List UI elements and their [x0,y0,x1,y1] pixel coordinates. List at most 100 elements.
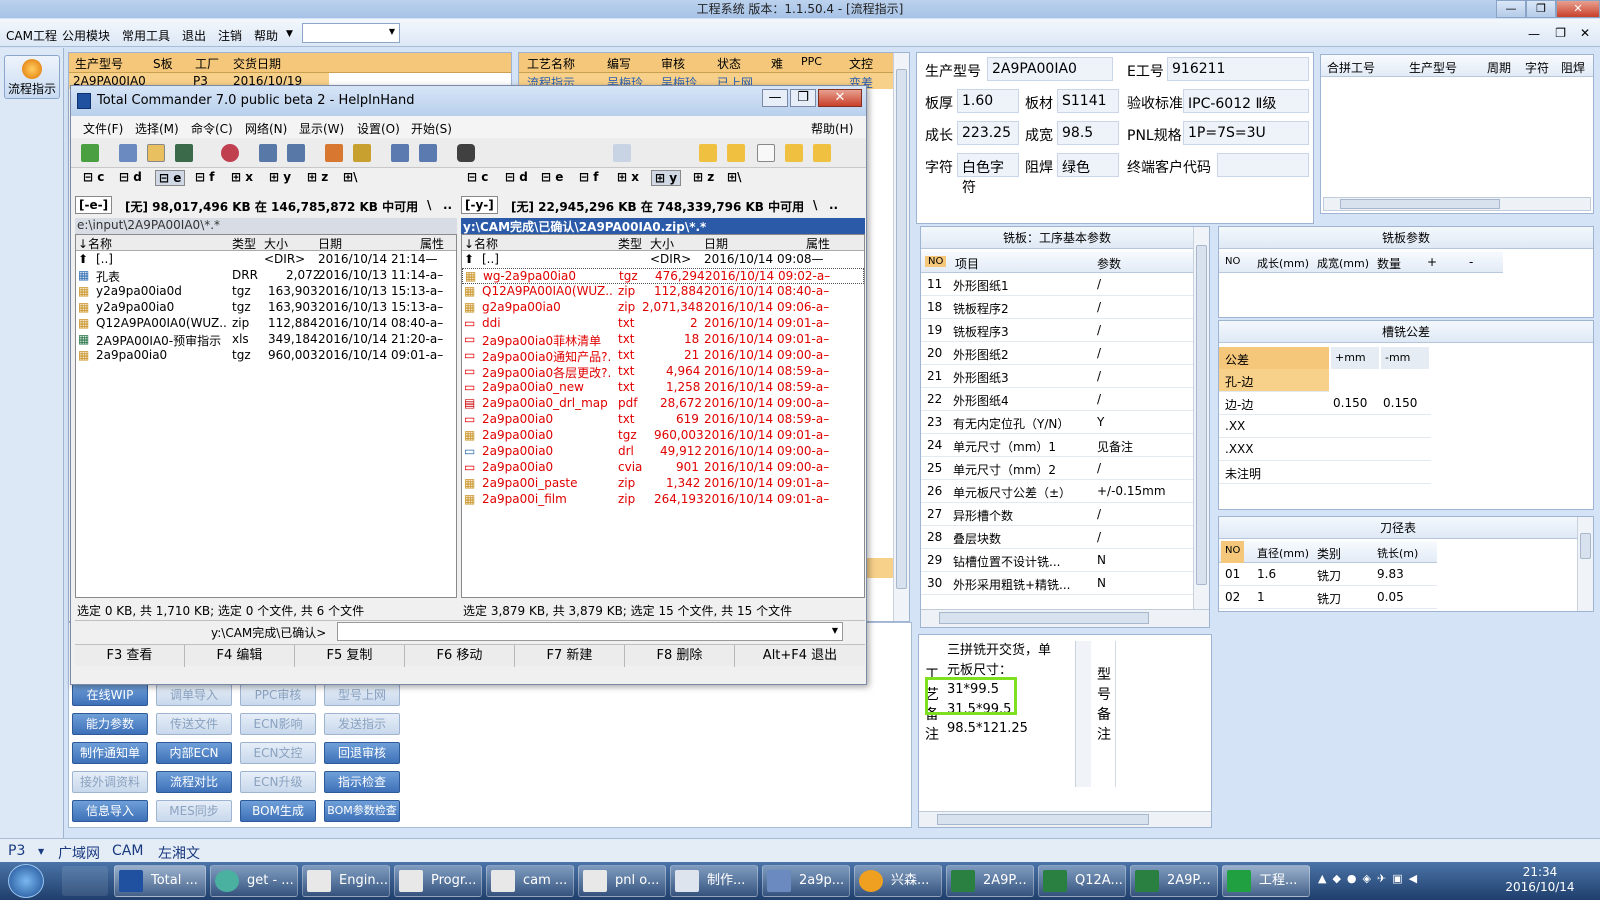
col-process[interactable]: 工艺名称 [527,55,575,72]
tc-menu-file[interactable]: 文件(F) [83,120,123,137]
tab-wan[interactable]: 广域网 [58,843,100,863]
model-remarks-area[interactable] [1115,641,1209,787]
tool-table-scrollbar[interactable] [1577,517,1593,611]
soldermask-field[interactable]: 绿色 [1057,153,1119,177]
table-row[interactable]: 24 单元尺寸（mm）1 见备注 [921,434,1193,457]
menu-exit[interactable]: 退出 [182,27,206,44]
drive-e-right[interactable]: ⊟ e [541,170,563,184]
col-minus-mm[interactable]: -mm [1381,347,1429,369]
tab-user[interactable]: 左湘文 [158,843,200,863]
table-row[interactable]: 未注明 [1219,461,1431,484]
clock[interactable]: 21:34 2016/10/14 [1490,865,1590,895]
task-progr[interactable]: Progr... [394,865,482,897]
col-date[interactable]: 日期 [704,235,728,252]
task-2a9p-doc[interactable]: 2a9p... [762,865,850,897]
flow-compare-button[interactable]: 流程对比 [156,771,232,793]
tc-menu-network[interactable]: 网络(N) [245,120,287,137]
drive-d-left[interactable]: ⊟ d [119,170,142,184]
bom-check-button[interactable]: BOM参数检查 [324,800,400,822]
col-ppc[interactable]: PPC [801,55,822,68]
tc-menu-help[interactable]: 帮助(H) [811,120,853,137]
col-status[interactable]: 状态 [717,55,741,72]
drive-z-right[interactable]: ⊞ z [693,170,714,184]
file-row[interactable]: ▦ Q12A9PA00IA0(WUZ.. zip 112,884 2016/10/14 … [76,316,456,332]
full-view-icon[interactable] [147,144,165,162]
task-make[interactable]: 制作... [670,865,758,897]
remarks-hscroll[interactable] [919,811,1211,827]
mdi-minimize-icon[interactable]: — [1528,27,1540,41]
col-merge-no[interactable]: 合拼工号 [1327,59,1375,76]
close-button[interactable]: ✕ [1556,0,1600,18]
table-row[interactable]: .XXX [1219,438,1431,461]
table-row[interactable]: 27 异形槽个数 / [921,503,1193,526]
file-row[interactable]: ▦ g2a9pa00ia0 zip 2,071,348 2016/10/14 09:06… [462,300,864,316]
f7-mkdir-button[interactable]: F7 新建 [515,645,625,667]
drive-e-left[interactable]: ⊟ e [155,170,186,186]
file-row[interactable]: ▭ ddi txt 2 2016/10/14 09:01-a– [462,316,864,332]
table-row[interactable]: 孔-边 [1219,369,1329,392]
length-field[interactable]: 223.25 [957,121,1019,145]
ecn-upgrade-button[interactable]: ECN升级 [240,771,316,793]
folder-icon[interactable] [813,144,831,162]
left-drive-select[interactable]: [-e-] [75,196,113,214]
f4-edit-button[interactable]: F4 编辑 [185,645,295,667]
internal-ecn-button[interactable]: 内部ECN [156,742,232,764]
tc-menu-start[interactable]: 开始(S) [411,120,452,137]
col-tolerance[interactable]: 公差 [1219,347,1329,369]
command-input[interactable]: ▼ [337,622,843,641]
col-type[interactable]: 类别 [1317,545,1341,562]
col-diameter[interactable]: 直径(mm) [1257,545,1309,561]
chevron-down-icon[interactable]: ▼ [286,29,293,39]
file-row[interactable]: ▭ 2a9pa00ia0 cvia 901 2016/10/14 09:00-a– [462,460,864,476]
online-wip-button[interactable]: 在线WIP [72,684,148,706]
refresh-icon[interactable] [81,144,99,162]
drive-f-left[interactable]: ⊟ f [195,170,214,184]
mdi-restore-icon[interactable]: ❐ [1555,26,1566,40]
task-engin[interactable]: Engin... [302,865,390,897]
root-button[interactable]: \ [813,198,817,212]
col-mill-length[interactable]: 铣长(m) [1377,545,1418,561]
file-row[interactable]: ▦ 2a9pa00ia0 tgz 960,003 2016/10/14 09:01-a– [76,348,456,364]
col-name[interactable]: ↓名称 [464,235,498,252]
brief-view-icon[interactable] [119,144,137,162]
drive-d-right[interactable]: ⊟ d [505,170,528,184]
forward-icon[interactable] [287,144,305,162]
col-due-date[interactable]: 交货日期 [233,55,281,72]
task-total-commander[interactable]: Total ... [114,865,206,897]
task-excel-2[interactable]: Q12A... [1038,865,1126,897]
maximize-button[interactable]: ❐ [1526,0,1556,18]
file-row[interactable]: ▦ y2a9pa00ia0 tgz 163,903 2016/10/13 15:13-a… [76,300,456,316]
width-field[interactable]: 98.5 [1057,121,1119,145]
plant-indicator[interactable]: P3 [8,843,25,859]
file-row[interactable]: ⬆ [..] <DIR> 2016/10/14 21:14— [76,252,456,268]
folder-icon[interactable] [785,144,803,162]
tc-menu-command[interactable]: 命令(C) [191,120,233,137]
indicator-check-button[interactable]: 指示检查 [324,771,400,793]
col-plus[interactable]: + [1427,255,1437,269]
col-merge-model[interactable]: 生产型号 [1409,59,1457,76]
table-row[interactable]: 边-边 0.150 0.150 [1219,392,1431,415]
table-row[interactable]: 11 外形图纸1/ [921,273,1193,296]
table-row[interactable]: 28 叠层块数 / [921,526,1193,549]
system-tray[interactable]: ▲◆●◈✈▣◀ [1318,872,1478,890]
col-model[interactable]: 生产型号 [75,55,123,72]
col-name[interactable]: ↓名称 [78,235,112,252]
table-row[interactable]: 23 有无内定位孔（Y/N） Y [921,411,1193,434]
calculator-pin-icon[interactable] [62,866,108,896]
table-row[interactable]: 26 单元板尺寸公差（±） +/-0.15mm [921,480,1193,503]
drive-c-right[interactable]: ⊟ c [467,170,488,184]
menu-public-module[interactable]: 公用模块 [62,27,110,44]
capability-button[interactable]: 能力参数 [72,713,148,735]
col-size[interactable]: 大小 [264,235,288,252]
col-no[interactable]: NO [1221,541,1245,563]
col-no[interactable]: NO [1225,256,1240,267]
col-size[interactable]: 大小 [650,235,674,252]
mes-sync-button[interactable]: MES同步 [156,800,232,822]
menu-help[interactable]: 帮助 [254,27,278,44]
scroll-thumb[interactable] [1196,245,1207,585]
folder-icon[interactable] [699,144,717,162]
left-path[interactable]: e:\input\2A9PA00IA0\*.* [75,218,457,234]
chevron-down-icon[interactable]: ▼ [38,847,44,856]
drive-z-left[interactable]: ⊞ z [307,170,328,184]
col-width[interactable]: 成宽(mm) [1317,255,1369,271]
